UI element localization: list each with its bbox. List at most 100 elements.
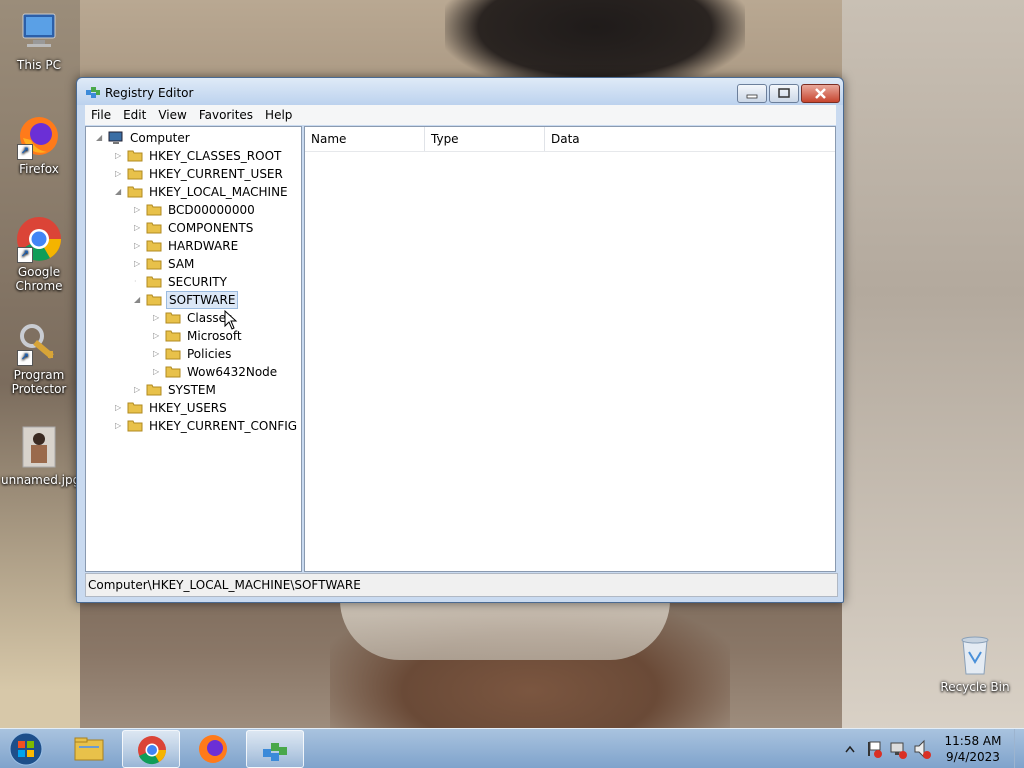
chrome-icon: ↗	[15, 215, 63, 263]
registry-tree[interactable]: ◢ Computer ▷ HKEY_CLASSES_ROOT ▷ HKEY_CU…	[85, 126, 302, 572]
values-list[interactable]: Name Type Data	[304, 126, 836, 572]
status-path: Computer\HKEY_LOCAL_MACHINE\SOFTWARE	[88, 578, 361, 592]
collapsed-arrow-icon[interactable]: ▷	[115, 147, 125, 165]
folder-icon	[146, 257, 162, 270]
collapsed-arrow-icon[interactable]: ▷	[153, 345, 163, 363]
start-button[interactable]	[6, 731, 46, 767]
folder-icon	[127, 419, 143, 432]
menu-favorites[interactable]: Favorites	[193, 105, 259, 125]
taskbar: 11:58 AM 9/4/2023	[0, 728, 1024, 768]
desktop-icon-label: unnamed.jpg	[1, 473, 81, 487]
minimize-button[interactable]	[737, 84, 767, 103]
desktop-icon-label: This PC	[17, 58, 61, 72]
column-header-type[interactable]: Type	[425, 127, 545, 151]
menu-edit[interactable]: Edit	[117, 105, 152, 125]
chrome-icon	[138, 736, 166, 765]
volume-muted-icon	[914, 739, 931, 759]
expanded-arrow-icon[interactable]: ◢	[96, 129, 106, 147]
taskbar-registry-editor[interactable]	[246, 730, 304, 768]
mouse-cursor-icon	[224, 310, 238, 330]
folder-icon	[127, 149, 143, 162]
network-disconnected-icon	[890, 742, 907, 759]
maximize-icon	[778, 88, 790, 98]
folder-icon	[127, 185, 143, 198]
taskbar-firefox[interactable]	[184, 730, 242, 768]
show-hidden-icons-button[interactable]	[844, 729, 856, 768]
menu-view[interactable]: View	[152, 105, 192, 125]
folder-icon	[146, 221, 162, 234]
clock-date: 9/4/2023	[946, 750, 1000, 764]
firefox-icon	[199, 735, 227, 763]
folder-icon	[165, 311, 181, 324]
close-icon	[815, 88, 826, 99]
collapsed-arrow-icon[interactable]: ▷	[115, 417, 125, 435]
column-header-data[interactable]: Data	[545, 127, 835, 151]
desktop-icon-chrome[interactable]: ↗ Google Chrome	[1, 215, 77, 293]
title-bar[interactable]: Registry Editor	[77, 78, 843, 105]
registry-editor-icon	[263, 743, 287, 761]
column-header-name[interactable]: Name	[305, 127, 425, 151]
action-center-tray[interactable]	[864, 729, 884, 768]
collapsed-arrow-icon[interactable]: ▷	[153, 309, 163, 327]
desktop-icon-firefox[interactable]: ↗ Firefox	[1, 112, 77, 176]
collapsed-arrow-icon[interactable]: ▷	[134, 201, 144, 219]
collapsed-arrow-icon[interactable]: ▷	[153, 363, 163, 381]
folder-icon	[146, 275, 162, 288]
folder-icon	[146, 239, 162, 252]
collapsed-arrow-icon[interactable]: ▷	[134, 219, 144, 237]
expanded-arrow-icon[interactable]: ◢	[115, 183, 125, 201]
folder-icon	[165, 347, 181, 360]
folder-icon	[146, 383, 162, 396]
folder-icon	[127, 167, 143, 180]
collapsed-arrow-icon[interactable]: ▷	[115, 399, 125, 417]
menu-bar: File Edit View Favorites Help	[85, 105, 836, 125]
computer-icon	[108, 131, 124, 144]
folder-icon	[165, 329, 181, 342]
shortcut-arrow-icon: ↗	[17, 144, 33, 160]
status-bar: Computer\HKEY_LOCAL_MACHINE\SOFTWARE	[85, 573, 838, 597]
image-file-icon	[15, 423, 63, 471]
window-title: Registry Editor	[105, 86, 194, 100]
registry-editor-icon	[85, 84, 101, 100]
desktop-icon-label: Program Protector	[11, 368, 67, 396]
recycle-bin-icon	[951, 630, 999, 678]
desktop-icon-label: Firefox	[19, 162, 59, 176]
desktop-icon-program-protector[interactable]: ↗ Program Protector	[1, 318, 77, 396]
collapsed-arrow-icon[interactable]: ▷	[134, 255, 144, 273]
collapsed-arrow-icon[interactable]: ▷	[134, 381, 144, 399]
desktop-icon-unnamed-jpg[interactable]: unnamed.jpg	[1, 423, 81, 487]
desktop-icon-this-pc[interactable]: This PC	[1, 8, 77, 72]
menu-help[interactable]: Help	[259, 105, 298, 125]
clock[interactable]: 11:58 AM 9/4/2023	[936, 733, 1010, 765]
network-tray[interactable]	[888, 729, 908, 768]
desktop-icon-label: Recycle Bin	[940, 680, 1010, 694]
taskbar-file-explorer[interactable]	[60, 730, 118, 768]
folder-icon	[146, 203, 162, 216]
desktop-icon-recycle-bin[interactable]: Recycle Bin	[937, 630, 1013, 694]
flag-alert-icon	[868, 741, 882, 758]
firefox-icon: ↗	[15, 112, 63, 160]
windows-logo-icon	[9, 732, 43, 766]
clock-time: 11:58 AM	[944, 734, 1002, 748]
header-divider	[305, 151, 835, 152]
file-explorer-icon	[74, 737, 104, 761]
close-button[interactable]	[801, 84, 840, 103]
collapsed-arrow-icon[interactable]: ▷	[153, 327, 163, 345]
registry-editor-window: Registry Editor File Edit View Favorites Hel…	[76, 77, 844, 603]
folder-icon	[146, 293, 162, 306]
key-lock-icon: ↗	[15, 318, 63, 366]
folder-icon	[165, 365, 181, 378]
maximize-button[interactable]	[769, 84, 799, 103]
chevron-up-icon	[845, 745, 855, 753]
minimize-icon	[746, 94, 758, 99]
show-desktop-button[interactable]	[1014, 729, 1024, 768]
desktop-icon-label: Google Chrome	[15, 265, 63, 293]
taskbar-chrome[interactable]	[122, 730, 180, 768]
shortcut-arrow-icon: ↗	[17, 350, 33, 366]
collapsed-arrow-icon[interactable]: ▷	[115, 165, 125, 183]
expanded-arrow-icon[interactable]: ◢	[134, 291, 144, 309]
menu-file[interactable]: File	[85, 105, 117, 125]
volume-tray[interactable]	[912, 729, 932, 768]
collapsed-arrow-icon[interactable]: ▷	[134, 237, 144, 255]
folder-icon	[127, 401, 143, 414]
